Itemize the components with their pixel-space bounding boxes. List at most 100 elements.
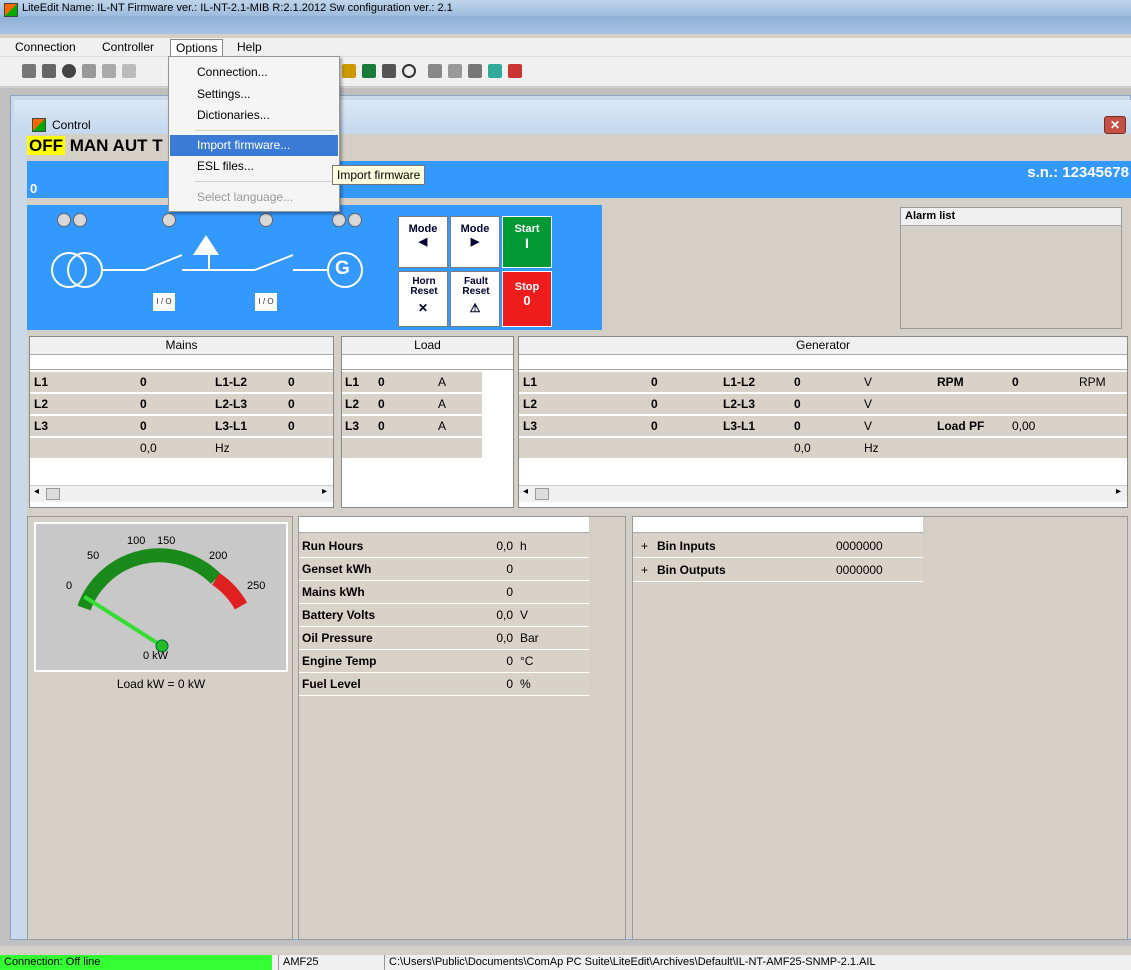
- bin-value: 0000000: [836, 539, 883, 553]
- app-icon: [4, 3, 18, 17]
- value-label: Engine Temp: [302, 654, 377, 668]
- scroll-thumb[interactable]: [46, 488, 60, 500]
- table-row: L2 0 L2-L3 0: [30, 394, 333, 415]
- blue-value: 0: [30, 181, 38, 196]
- table-row: L1 0 L1-L2 0: [30, 372, 333, 393]
- scroll-right-icon[interactable]: ▸: [322, 486, 327, 497]
- cell: A: [438, 375, 447, 389]
- menu-item-settings[interactable]: Settings...: [170, 84, 338, 105]
- bin-label: Bin Inputs: [657, 539, 716, 553]
- cell: 0: [140, 419, 147, 433]
- start-button[interactable]: Start I: [502, 216, 552, 268]
- bins-panel: + Bin Inputs 0000000 + Bin Outputs 00000…: [632, 516, 1128, 940]
- mode-off[interactable]: OFF: [27, 136, 65, 155]
- menu-connection[interactable]: Connection: [10, 39, 81, 56]
- table-row: L2 0 A: [342, 394, 482, 415]
- value-unit: °C: [520, 654, 534, 668]
- value-number: 0: [506, 562, 513, 576]
- cell: 0: [651, 375, 658, 389]
- scroll-left-icon[interactable]: ◂: [34, 486, 39, 497]
- menu-controller[interactable]: Controller: [97, 39, 159, 56]
- horn-reset-button[interactable]: Horn Reset ✕: [398, 271, 448, 327]
- generator-scrollbar[interactable]: ◂ ▸: [519, 485, 1127, 502]
- scroll-left-icon[interactable]: ◂: [523, 486, 528, 497]
- menu-options[interactable]: Options: [170, 39, 224, 56]
- archive-path: C:\Users\Public\Documents\ComAp PC Suite…: [384, 955, 1124, 970]
- table-row: [342, 438, 482, 459]
- expand-icon[interactable]: +: [641, 559, 648, 581]
- search-icon[interactable]: [468, 64, 482, 78]
- menu-separator: [195, 181, 335, 182]
- expand-icon[interactable]: +: [641, 535, 648, 557]
- close-icon[interactable]: ✕: [1104, 116, 1126, 134]
- menu-item-esl-files[interactable]: ESL files...: [170, 156, 338, 177]
- tool-icon[interactable]: [342, 64, 356, 78]
- gauge-face: 0 50 100 150 200 250 0 kW: [34, 522, 288, 672]
- scroll-thumb[interactable]: [535, 488, 549, 500]
- cell: L3: [345, 419, 360, 433]
- control-icon: [32, 118, 46, 132]
- single-line-diagram: G I / O I / O Mode ◀ Mode ▶ Start I Horn…: [27, 205, 602, 330]
- gauge-needle: [83, 595, 164, 648]
- menu-item-connection[interactable]: Connection...: [170, 62, 338, 83]
- record-icon[interactable]: [62, 64, 76, 78]
- mode-right-label: Mode: [460, 223, 490, 235]
- value-number: 0: [506, 677, 513, 691]
- cell: 0: [378, 375, 385, 389]
- clock-icon[interactable]: [402, 64, 416, 78]
- value-label: Run Hours: [302, 539, 364, 553]
- table-row: L3 0 L3-L1 0: [30, 416, 333, 437]
- table-row: Fuel Level 0%: [299, 673, 589, 696]
- alarm-list-header: Alarm list: [901, 208, 1121, 226]
- list-item[interactable]: + Bin Outputs 0000000: [633, 559, 923, 582]
- folder-icon[interactable]: [102, 64, 116, 78]
- cell: 0: [378, 419, 385, 433]
- cell: 0: [288, 419, 295, 433]
- edit-icon[interactable]: [448, 64, 462, 78]
- cell: 0: [651, 397, 658, 411]
- serial-number: s.n.: 12345678: [1027, 164, 1129, 181]
- values-list: Run Hours 0,0 h Genset kWh 0 Mains kWh 0 Batter…: [299, 533, 589, 703]
- value-unit: h: [520, 539, 527, 553]
- cube-icon[interactable]: [488, 64, 502, 78]
- table-row: Oil Pressure 0,0 Bar: [299, 627, 589, 650]
- mcb-button[interactable]: I / O: [153, 293, 175, 311]
- cell: V: [864, 397, 873, 411]
- stop-button[interactable]: Stop 0: [502, 271, 552, 327]
- menu-item-import-firmware[interactable]: Import firmware...: [170, 135, 338, 156]
- scroll-right-icon[interactable]: ▸: [1116, 486, 1121, 497]
- list-item[interactable]: + Bin Inputs 0000000: [633, 535, 923, 558]
- book-icon[interactable]: [508, 64, 522, 78]
- lock-icon[interactable]: [428, 64, 442, 78]
- mode-left-button[interactable]: Mode ◀: [398, 216, 448, 268]
- mode-left-label: Mode: [408, 223, 438, 235]
- mode-right-button[interactable]: Mode ▶: [450, 216, 500, 268]
- mode-test[interactable]: T: [152, 136, 162, 155]
- gcb-button[interactable]: I / O: [255, 293, 277, 311]
- table-row: Battery Volts 0,0 V: [299, 604, 589, 627]
- alarm-list[interactable]: Alarm list: [900, 207, 1122, 329]
- disconnect-icon[interactable]: [42, 64, 56, 78]
- cloud-icon[interactable]: [82, 64, 96, 78]
- stop-symbol: 0: [523, 293, 531, 308]
- window-title: LiteEdit Name: IL-NT Firmware ver.: IL-N…: [22, 2, 453, 14]
- value-number: 0,0: [496, 631, 513, 645]
- cell: RPM: [937, 375, 964, 389]
- horn-reset-label: Horn Reset: [410, 276, 438, 297]
- connect-icon[interactable]: [22, 64, 36, 78]
- grid-icon[interactable]: [122, 64, 136, 78]
- mains-scrollbar[interactable]: ◂ ▸: [30, 485, 333, 502]
- menu-item-dictionaries[interactable]: Dictionaries...: [170, 105, 338, 126]
- stop-square-icon[interactable]: [382, 64, 396, 78]
- mode-man[interactable]: MAN: [70, 136, 109, 155]
- mode-aut[interactable]: AUT: [113, 136, 148, 155]
- menu-help[interactable]: Help: [232, 39, 267, 56]
- monitor-icon[interactable]: [362, 64, 376, 78]
- cell: 0,0: [794, 441, 811, 455]
- mode-bar: OFF MAN AUT T: [27, 136, 163, 158]
- cell: 0: [140, 375, 147, 389]
- cell: V: [864, 375, 873, 389]
- options-dropdown: Connection... Settings... Dictionaries..…: [168, 56, 340, 212]
- cell: L2-L3: [215, 397, 248, 411]
- fault-reset-button[interactable]: Fault Reset ⚠: [450, 271, 500, 327]
